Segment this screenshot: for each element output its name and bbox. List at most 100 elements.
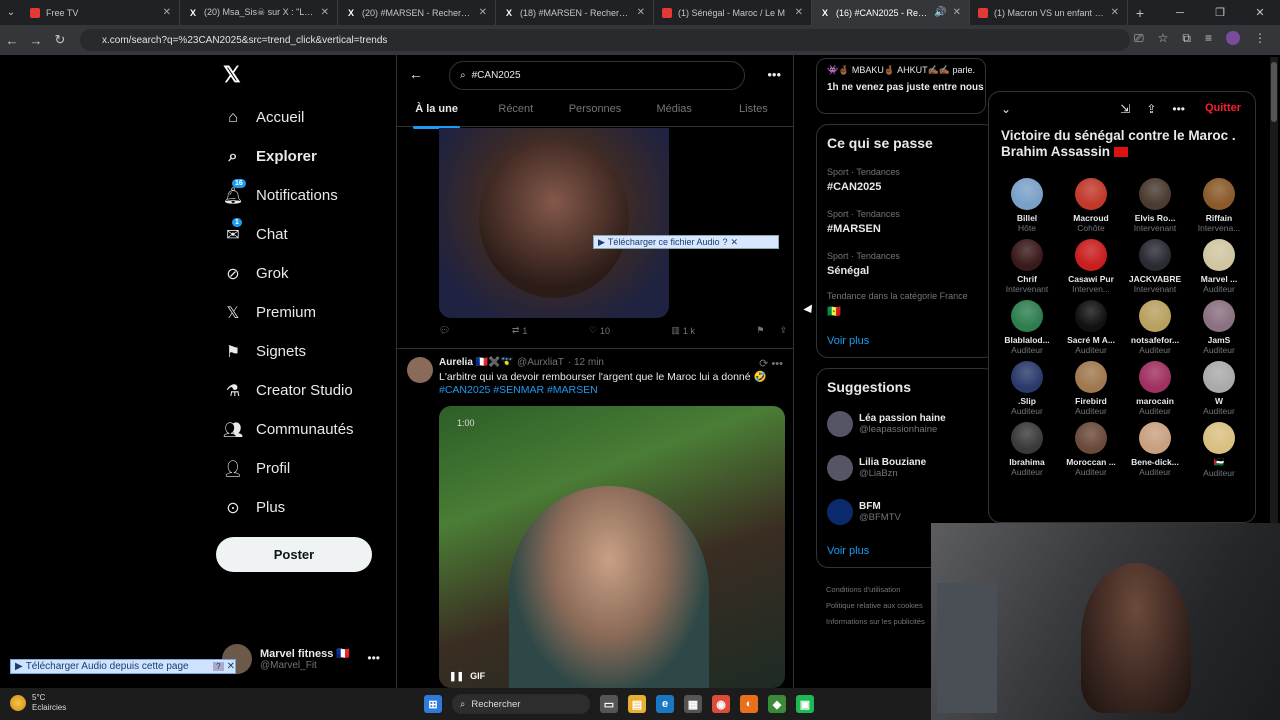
retweet-button[interactable]: ⇄ 1 (512, 325, 528, 336)
media-icon[interactable]: ≡ (1205, 31, 1212, 46)
space-participant[interactable]: Elvis Ro... Intervenant (1123, 178, 1187, 233)
suggestion-item[interactable]: Léa passion haine @leapassionhaine (827, 411, 946, 437)
space-participant[interactable]: marocain Auditeur (1123, 361, 1187, 416)
file-explorer-icon[interactable]: ▤ (628, 695, 646, 713)
x-logo-icon[interactable]: 𝕏 (223, 62, 396, 88)
nav-item-profile[interactable]: 👤︎ Profil (216, 449, 396, 488)
space-participant[interactable]: Blablalod... Auditeur (995, 300, 1059, 355)
nav-item-chat[interactable]: ✉ 1 Chat (216, 215, 396, 254)
close-icon[interactable]: ✕ (227, 661, 235, 672)
space-participant[interactable]: Billel Hôte (995, 178, 1059, 233)
show-more-link[interactable]: Voir plus (827, 545, 869, 557)
hashtags[interactable]: #CAN2025 #SENMAR #MARSEN (439, 384, 598, 396)
space-participant[interactable]: Macroud Cohôte (1059, 178, 1123, 233)
space-participant[interactable]: Riffain Intervena... (1187, 178, 1251, 233)
browser-tab-active[interactable]: X (16) #CAN2025 - Recherche 🔊 ✕ (812, 0, 970, 25)
views-button[interactable]: ▥ 1 k (671, 325, 695, 336)
back-icon[interactable]: ← (0, 33, 24, 48)
space-participant[interactable]: JamS Auditeur (1187, 300, 1251, 355)
browser-tab[interactable]: X (20) #MARSEN - Recherche / X ✕ (338, 0, 496, 25)
close-icon[interactable]: ✕ (731, 237, 739, 248)
more-icon[interactable]: ••• (767, 67, 781, 82)
tab-top[interactable]: À la une (397, 99, 476, 129)
bookmark-button[interactable]: ⚑ ⇪ (756, 325, 787, 336)
more-icon[interactable]: ••• (367, 651, 380, 665)
reply-button[interactable]: 💬︎ (439, 325, 450, 336)
nav-item-communities[interactable]: 👥︎ Communautés (216, 410, 396, 449)
suggestion-item[interactable]: Lilia Bouziane @LiaBzn (827, 455, 926, 481)
tweet-gif-media[interactable]: 1:00 ❚❚ GIF (439, 406, 785, 688)
terms-link[interactable]: Conditions d'utilisation (826, 582, 925, 598)
trend-item[interactable]: Sport · Tendances #CAN2025 (827, 167, 900, 193)
new-tab-button[interactable]: + (1128, 5, 1152, 21)
search-input[interactable]: ⌕ #CAN2025 (449, 61, 745, 90)
speaker-icon[interactable]: 🔊 (934, 7, 946, 18)
close-tab-icon[interactable]: ✕ (953, 7, 961, 18)
post-button[interactable]: Poster (216, 537, 372, 572)
space-preview-card[interactable]: 👾🤞🏾 MBAKU🤞🏾 AHKUT✍🏾✍🏾 parle. 1h ne venez… (816, 58, 986, 114)
leave-space-button[interactable]: Quitter (1205, 102, 1241, 114)
nav-item-more[interactable]: ⊙ Plus (216, 488, 396, 527)
download-audio-bar[interactable]: ▶ Télécharger ce fichier Audio? ✕ (593, 235, 779, 249)
tweet-media-image[interactable] (439, 128, 669, 318)
weather-widget[interactable]: 5°C Eclaircies (10, 693, 66, 713)
nav-item-explore[interactable]: ⌕ Explorer (216, 137, 396, 176)
show-more-link[interactable]: Voir plus (827, 335, 869, 347)
browser-tab[interactable]: (1) Sénégal - Maroc / Le M ✕ (654, 0, 812, 25)
like-button[interactable]: ♡ 10 (589, 325, 610, 336)
ads-info-link[interactable]: Informations sur les publicités (826, 614, 925, 630)
app-icon[interactable]: ◆ (768, 695, 786, 713)
browser-tab[interactable]: (1) Macron VS un enfant - "Il e ✕ (970, 0, 1128, 25)
nav-item-notifications[interactable]: 🔔︎ 16 Notifications (216, 176, 396, 215)
download-page-audio-bar[interactable]: ▶ Télécharger Audio depuis cette page? ✕ (10, 659, 236, 674)
browser-tab[interactable]: Free TV ✕ (22, 0, 180, 25)
pause-icon[interactable]: ❚❚ (449, 671, 464, 682)
browser-tab[interactable]: X (20) Msa_Sis☠ sur X : "L'arbitre ✕ (180, 0, 338, 25)
extensions-icon[interactable]: ⧉ (1182, 31, 1191, 46)
space-participant[interactable]: Bene-dick... Auditeur (1123, 422, 1187, 478)
space-participant[interactable]: W Auditeur (1187, 361, 1251, 416)
space-participant[interactable]: Firebird Auditeur (1059, 361, 1123, 416)
windows-start-icon[interactable]: ⊞ (424, 695, 442, 713)
game-icon[interactable]: ▣ (796, 695, 814, 713)
space-participant[interactable]: Moroccan ... Auditeur (1059, 422, 1123, 478)
cast-icon[interactable]: ⎚ (1134, 31, 1144, 46)
maximize-icon[interactable]: ❐ (1200, 6, 1240, 19)
browser-profile-avatar[interactable] (1226, 31, 1240, 45)
space-participant[interactable]: notsafefor... Auditeur (1123, 300, 1187, 355)
tweet-time[interactable]: · 12 min (568, 357, 604, 368)
trend-item[interactable]: Tendance dans la catégorie France 🇸🇳 (827, 291, 968, 318)
share-icon[interactable]: ⇪ (1146, 102, 1156, 116)
tab-lists[interactable]: Listes (714, 99, 793, 115)
nav-item-creator-studio[interactable]: ⚗ Creator Studio (216, 371, 396, 410)
help-icon[interactable]: ? (722, 237, 727, 247)
close-tab-icon[interactable]: ✕ (795, 7, 803, 18)
tab-people[interactable]: Personnes (555, 99, 634, 115)
forward-icon[interactable]: → (24, 33, 48, 48)
edge-icon[interactable]: e (656, 695, 674, 713)
space-participant[interactable]: Sacré M A... Auditeur (1059, 300, 1123, 355)
help-icon[interactable]: ? (213, 662, 224, 671)
tab-search-icon[interactable]: ⌄ (0, 7, 22, 18)
share-icon[interactable]: ⇪ (779, 325, 787, 336)
close-tab-icon[interactable]: ✕ (479, 7, 487, 18)
bookmark-star-icon[interactable]: ☆ (1158, 31, 1169, 46)
space-participant[interactable]: Ibrahima Auditeur (995, 422, 1059, 478)
author-name[interactable]: Aurelia 🇫🇷✖️🇬🇵 (439, 357, 513, 368)
trend-item[interactable]: Sport · Tendances #MARSEN (827, 209, 900, 235)
close-window-icon[interactable]: ✕ (1240, 6, 1280, 19)
nav-item-bookmarks[interactable]: ⚑ Signets (216, 332, 396, 371)
nav-item-grok[interactable]: ⊘ Grok (216, 254, 396, 293)
minimize-icon[interactable]: ─ (1160, 7, 1200, 19)
nav-item-premium[interactable]: 𝕏 Premium (216, 293, 396, 332)
url-field[interactable]: x.com/search?q=%23CAN2025&src=trend_clic… (80, 29, 1130, 51)
taskbar-search[interactable]: ⌕ Rechercher (452, 694, 590, 714)
back-arrow-icon[interactable]: ← (409, 66, 423, 82)
space-participant[interactable]: 🇵🇸 Auditeur (1187, 422, 1251, 478)
chrome-menu-icon[interactable]: ⋮ (1254, 31, 1266, 46)
author-handle[interactable]: @AurxliaT (517, 357, 564, 368)
close-tab-icon[interactable]: ✕ (637, 7, 645, 18)
tab-media[interactable]: Médias (635, 99, 714, 115)
space-participant[interactable]: .Slip Auditeur (995, 361, 1059, 416)
cookies-link[interactable]: Politique relative aux cookies (826, 598, 925, 614)
